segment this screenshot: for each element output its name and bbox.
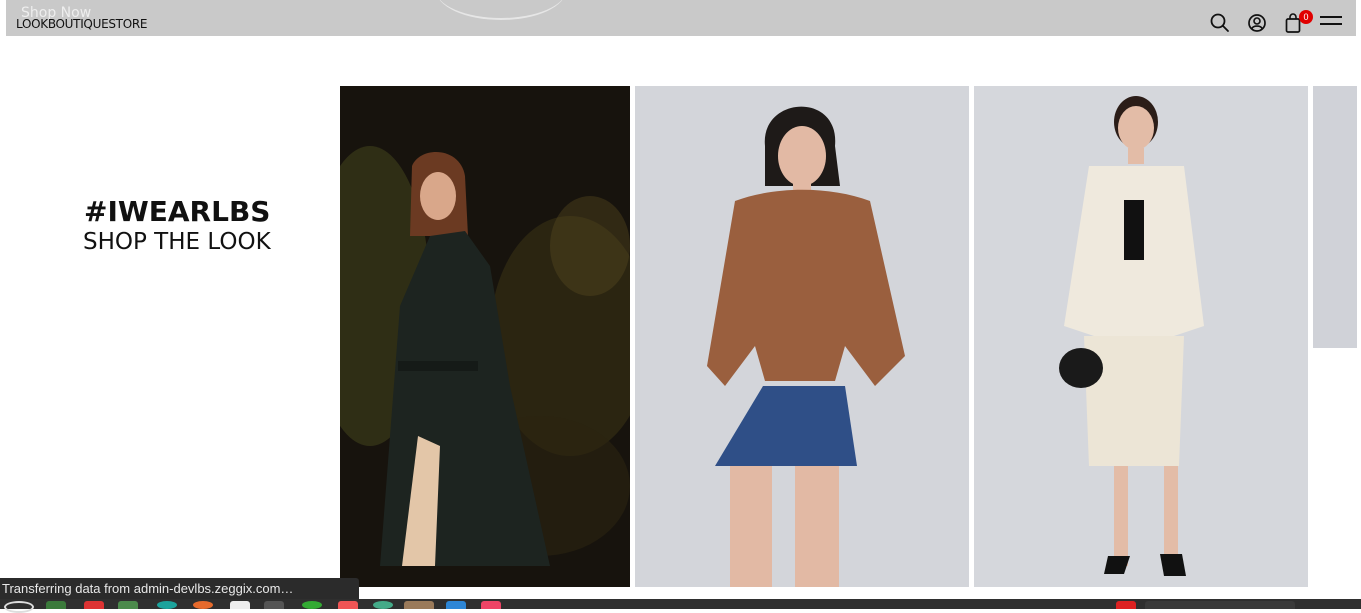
whatsapp-icon[interactable] (302, 601, 322, 609)
app-orange-icon[interactable] (338, 601, 358, 609)
search-icon[interactable] (1209, 12, 1231, 34)
store-logo[interactable]: LOOKBOUTIQUESTORE (16, 17, 147, 31)
firefox-icon[interactable] (193, 601, 213, 609)
tray-red-icon[interactable] (1116, 601, 1136, 609)
look-image-1[interactable] (340, 86, 630, 587)
taskbar (0, 599, 1361, 613)
app-blue-icon[interactable] (446, 601, 466, 609)
look-image-2[interactable] (635, 86, 969, 587)
app-active-icon[interactable] (404, 601, 434, 609)
terminal-icon[interactable] (46, 601, 66, 609)
start-menu-icon[interactable] (4, 601, 34, 613)
app-dark-icon[interactable] (264, 601, 284, 609)
app-red-icon[interactable] (84, 601, 104, 609)
app-pink-icon[interactable] (481, 601, 501, 609)
app-white-icon[interactable] (230, 601, 250, 609)
browser-status-text: Transferring data from admin-devlbs.zegg… (0, 578, 359, 600)
look-image-4-partial[interactable] (1313, 86, 1357, 348)
look-image-3[interactable] (974, 86, 1308, 587)
menu-icon[interactable] (1320, 16, 1342, 30)
site-header: Shop Now LOOKBOUTIQUESTORE 0 (6, 0, 1356, 36)
hero-image-fragment (436, 0, 566, 20)
account-icon[interactable] (1246, 12, 1268, 34)
app-teal-icon[interactable] (157, 601, 177, 609)
shop-the-look-heading: SHOP THE LOOK (83, 229, 271, 255)
chrome-icon[interactable] (373, 601, 393, 609)
cart-count-badge: 0 (1299, 10, 1313, 24)
tray-icons[interactable] (1145, 601, 1295, 609)
hashtag-heading: #IWEARLBS (84, 195, 271, 228)
files-icon[interactable] (118, 601, 138, 609)
